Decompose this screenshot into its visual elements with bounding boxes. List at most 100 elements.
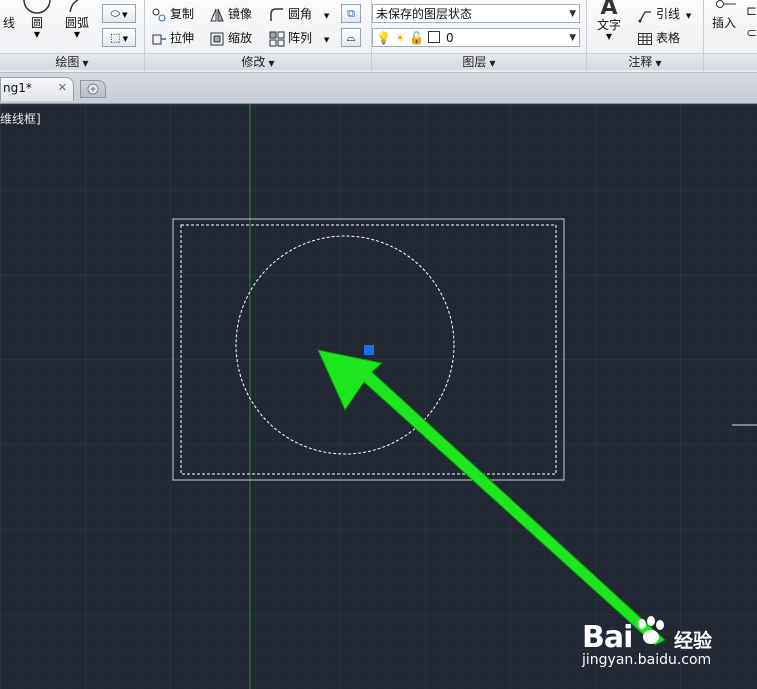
mirror-icon xyxy=(210,8,224,21)
grid xyxy=(0,104,757,689)
watermark-url: jingyan.baidu.com xyxy=(582,652,712,668)
mirror-label: 镜像 xyxy=(228,7,253,21)
text-a-icon: A xyxy=(600,0,618,16)
arc-tool-label: 圆弧 xyxy=(64,16,89,30)
chevron-down-icon: ▼ xyxy=(73,30,81,39)
chevron-down-icon: ▼ xyxy=(268,59,275,68)
insert-tool-label: 插入 xyxy=(711,16,736,30)
arc-icon xyxy=(69,0,79,13)
modify-panel: 复制 镜像 圆角 ▼ ⧉ 拉伸 缩放 阵列 ▼ ⌓ 修改 ▼ xyxy=(145,0,372,72)
explode-button[interactable]: ⧉ xyxy=(341,4,361,23)
annotation-panel-title[interactable]: 注释 ▼ xyxy=(587,53,703,70)
offset-button[interactable]: ⌓ xyxy=(341,28,361,47)
array-label: 阵列 xyxy=(288,31,313,45)
stretch-icon xyxy=(152,34,166,44)
unlock-icon: 🔓 xyxy=(409,31,425,45)
block-panel-title[interactable] xyxy=(704,53,757,70)
chevron-down-icon: ▼ xyxy=(685,12,692,20)
current-layer-value: 0 xyxy=(445,31,454,45)
create-block-icon[interactable]: ⊏ xyxy=(746,4,757,19)
chevron-down-icon: ▼ xyxy=(605,32,613,41)
draw-panel-title[interactable]: 绘图 ▼ xyxy=(0,53,144,70)
chevron-down-icon: ▼ xyxy=(569,33,576,43)
text-tool[interactable]: A 文字 ▼ xyxy=(591,0,627,50)
scale-icon xyxy=(210,32,224,45)
model-space[interactable] xyxy=(0,104,757,689)
annotation-panel-title-text: 注释 xyxy=(628,55,653,69)
circle-tool[interactable]: 圆 ▼ xyxy=(22,0,52,44)
chevron-down-icon: ▼ xyxy=(120,35,128,43)
leader-icon xyxy=(638,10,651,22)
table-label: 表格 xyxy=(656,31,681,45)
insert-tool[interactable]: 插入 xyxy=(706,0,742,40)
layer-state-dropdown[interactable]: 未保存的图层状态 ▼ xyxy=(372,4,580,23)
viewport-label[interactable]: 维线框] xyxy=(0,110,41,127)
stretch-button[interactable]: 拉伸 xyxy=(151,28,194,48)
paw-logo-icon xyxy=(638,616,664,644)
copy-icon xyxy=(152,8,166,21)
layers-panel-title[interactable]: 图层 ▼ xyxy=(372,53,586,70)
document-tab-name: ng1* xyxy=(3,81,32,95)
draw-panel: 线 圆 ▼ 圆弧 ▼ ⬭ ▼ ⬚ ▼ 绘图 ▼ xyxy=(0,0,145,72)
center-grip[interactable] xyxy=(364,345,374,355)
chevron-down-icon: ▼ xyxy=(82,59,89,68)
close-icon[interactable]: ✕ xyxy=(58,81,67,94)
hatch-button[interactable]: ⬭ ▼ xyxy=(102,4,136,23)
layers-panel-title-text: 图层 xyxy=(462,55,487,69)
scale-button[interactable]: 缩放 xyxy=(209,28,252,48)
watermark-brand-suffix: 经验 xyxy=(674,630,713,652)
cube-icon: ⧉ xyxy=(347,7,355,20)
chevron-down-icon: ▼ xyxy=(655,59,662,68)
boundary-icon: ⬚ xyxy=(109,31,121,44)
layer-color-swatch xyxy=(428,31,441,43)
table-button[interactable]: 表格 xyxy=(637,28,680,48)
layer-dropdown[interactable]: 💡 ☀ 🔓 0 ▼ xyxy=(372,28,580,47)
line-tool-label: 线 xyxy=(2,16,15,30)
document-tab[interactable]: ng1* ✕ xyxy=(0,77,74,101)
fillet-button[interactable]: 圆角 ▼ xyxy=(269,4,329,24)
modify-panel-title-text: 修改 xyxy=(241,55,266,69)
scale-label: 缩放 xyxy=(228,31,253,45)
offset-icon: ⌓ xyxy=(346,31,356,44)
watermark: Bai 经验 jingyan.baidu.com xyxy=(582,616,752,670)
copy-button[interactable]: 复制 xyxy=(151,4,194,24)
mirror-button[interactable]: 镜像 xyxy=(209,4,252,24)
circle-icon xyxy=(23,0,51,14)
lightbulb-icon: 💡 xyxy=(376,31,391,45)
stretch-label: 拉伸 xyxy=(170,31,195,45)
circle-tool-label: 圆 xyxy=(30,16,43,30)
chevron-down-icon: ▼ xyxy=(489,59,496,68)
modify-panel-title[interactable]: 修改 ▼ xyxy=(145,53,371,70)
insert-block-icon xyxy=(716,0,736,8)
ribbon: 线 圆 ▼ 圆弧 ▼ ⬭ ▼ ⬚ ▼ 绘图 ▼ 复制 镜像 圆角 ▼ ⧉ 拉伸 … xyxy=(0,0,757,73)
leader-button[interactable]: 引线 ▼ xyxy=(637,4,691,24)
chevron-down-icon: ▼ xyxy=(119,11,128,19)
annotation-panel: A 文字 ▼ 引线 ▼ 表格 注释 ▼ xyxy=(587,0,704,72)
plus-icon xyxy=(87,83,99,95)
array-button[interactable]: 阵列 ▼ xyxy=(269,28,329,48)
chevron-down-icon: ▼ xyxy=(569,9,576,19)
drawing-canvas[interactable] xyxy=(0,104,757,689)
sun-icon: ☀ xyxy=(394,31,406,45)
chevron-down-icon: ▼ xyxy=(323,12,330,20)
ellipse-icon: ⬭ xyxy=(110,7,120,20)
chevron-down-icon: ▼ xyxy=(33,30,41,39)
leader-label: 引线 xyxy=(656,7,681,21)
document-tab-bar: ng1* ✕ xyxy=(0,73,757,104)
edit-block-icon[interactable]: ⊂ xyxy=(746,26,757,41)
new-tab-button[interactable] xyxy=(80,80,106,98)
layers-panel: 未保存的图层状态 ▼ 💡 ☀ 🔓 0 ▼ 图层 ▼ xyxy=(372,0,587,72)
table-icon xyxy=(638,32,652,45)
fillet-icon xyxy=(270,7,283,21)
layer-state-value: 未保存的图层状态 xyxy=(376,7,473,21)
text-tool-label: 文字 xyxy=(596,18,621,32)
arc-tool[interactable]: 圆弧 ▼ xyxy=(60,0,94,44)
copy-label: 复制 xyxy=(170,7,195,21)
block-panel: 插入 ⊏ ⊂ xyxy=(704,0,757,72)
array-icon xyxy=(269,31,285,46)
watermark-brand: Bai xyxy=(582,620,633,655)
gradient-button[interactable]: ⬚ ▼ xyxy=(102,28,136,47)
fillet-label: 圆角 xyxy=(288,7,313,21)
draw-panel-title-text: 绘图 xyxy=(55,55,80,69)
line-tool[interactable]: 线 xyxy=(0,0,18,40)
